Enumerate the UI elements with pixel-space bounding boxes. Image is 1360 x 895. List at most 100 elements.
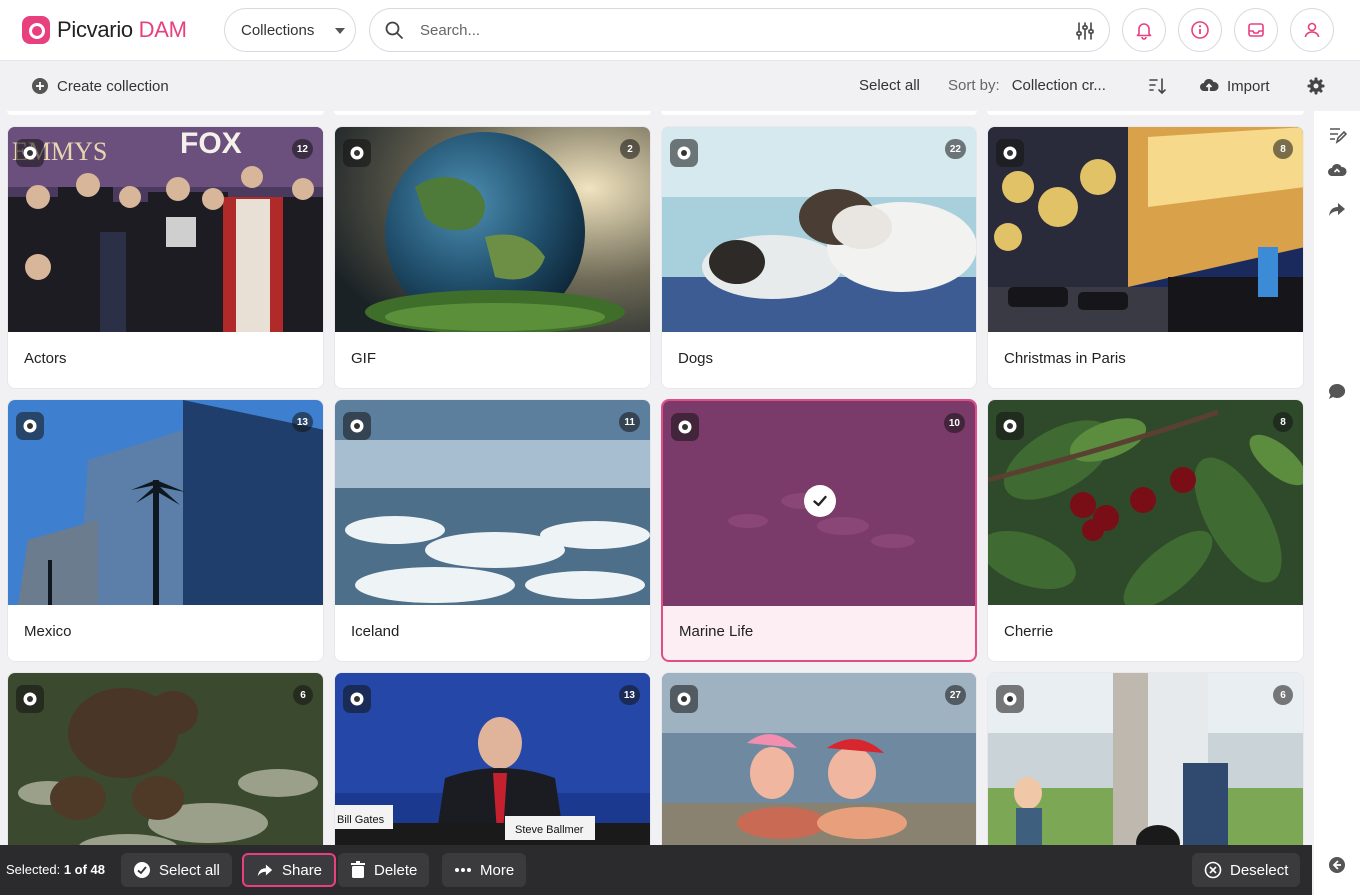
previous-row-edge — [7, 111, 324, 115]
sort-value: Collection cr... — [1011, 77, 1106, 94]
selection-count: Selected: 1 of 48 — [6, 862, 106, 877]
eye-icon — [23, 146, 37, 160]
preview-toggle-button[interactable] — [16, 412, 44, 440]
collection-title: Iceland — [351, 623, 400, 640]
notifications-button[interactable] — [1122, 8, 1166, 52]
select-all-button[interactable]: Select all — [859, 77, 920, 94]
item-count-badge: 2 — [620, 139, 640, 159]
search-bar[interactable] — [369, 8, 1110, 52]
close-circle-icon — [1204, 861, 1222, 879]
collection-card[interactable]: 8 Cherrie — [987, 399, 1304, 662]
search-input[interactable] — [420, 21, 1040, 39]
sort-label: Sort by: — [948, 77, 1000, 94]
collection-title: Cherrie — [1004, 623, 1054, 640]
select-all-label: Select all — [859, 77, 920, 94]
collection-title: Mexico — [24, 623, 72, 640]
collection-thumbnail — [335, 127, 650, 332]
plus-circle-icon — [32, 78, 48, 94]
comment-icon[interactable] — [1327, 382, 1347, 402]
item-count-badge: 27 — [944, 685, 966, 705]
share-arrow-icon[interactable] — [1327, 199, 1347, 219]
caret-down-icon — [335, 28, 345, 34]
collection-card[interactable]: 13 Mexico — [7, 399, 324, 662]
collection-card[interactable]: 8 Christmas in Paris — [987, 126, 1304, 389]
select-all-selection-button[interactable]: Select all — [121, 853, 232, 887]
info-button[interactable] — [1178, 8, 1222, 52]
collections-dropdown-label: Collections — [241, 21, 315, 39]
collection-card[interactable]: 11 Iceland — [334, 399, 651, 662]
inbox-icon — [1248, 23, 1264, 37]
preview-toggle-button[interactable] — [670, 139, 698, 167]
preview-toggle-button[interactable] — [16, 685, 44, 713]
collapse-panel-icon[interactable] — [1327, 855, 1347, 875]
preview-toggle-button[interactable] — [16, 139, 44, 167]
delete-button[interactable]: Delete — [338, 853, 430, 887]
import-button[interactable]: Import — [1199, 77, 1270, 95]
sort-control[interactable]: Sort by: Collection cr... — [948, 77, 1106, 94]
collection-card[interactable]: 2 GIF — [334, 126, 651, 389]
gear-icon — [1307, 77, 1325, 95]
collection-card-selected[interactable]: 10 Marine Life — [661, 399, 977, 662]
preview-toggle-button[interactable] — [343, 412, 371, 440]
selection-action-bar: Selected: 1 of 48 Select all Share Delet… — [0, 845, 1312, 895]
deselect-button[interactable]: Deselect — [1192, 853, 1301, 887]
right-side-rail — [1314, 111, 1360, 895]
preview-toggle-button[interactable] — [343, 685, 371, 713]
share-label: Share — [282, 861, 323, 879]
sort-direction-button[interactable] — [1147, 76, 1167, 96]
inbox-button[interactable] — [1234, 8, 1278, 52]
preview-toggle-button[interactable] — [996, 139, 1024, 167]
share-button[interactable]: Share — [242, 853, 337, 887]
logo-text: Picvario DAM — [57, 17, 187, 42]
info-icon — [1191, 21, 1209, 39]
collection-title: Christmas in Paris — [1004, 350, 1126, 367]
item-count-badge: 12 — [291, 139, 313, 159]
import-label: Import — [1227, 77, 1270, 95]
item-count-badge: 6 — [293, 685, 313, 705]
filter-icon[interactable] — [1075, 21, 1095, 41]
cloud-upload-icon — [1200, 78, 1219, 92]
collections-grid: EMMYS FOX 12 Actors 2 GIF 22 Dogs 8 Chri… — [0, 111, 1312, 895]
profile-button[interactable] — [1290, 8, 1334, 52]
preview-toggle-button[interactable] — [670, 685, 698, 713]
cloud-upload-icon[interactable] — [1327, 161, 1347, 181]
collection-thumbnail: EMMYS FOX — [8, 127, 323, 332]
more-button[interactable]: More — [442, 853, 527, 887]
preview-toggle-button[interactable] — [996, 685, 1024, 713]
bill-gates-placard-text: Bill Gates — [337, 814, 385, 826]
collection-thumbnail — [662, 127, 976, 332]
deselect-label: Deselect — [1230, 861, 1289, 879]
preview-toggle-button[interactable] — [671, 413, 699, 441]
collection-card[interactable]: EMMYS FOX 12 Actors — [7, 126, 324, 389]
eye-icon — [350, 692, 364, 706]
edit-notes-icon[interactable] — [1327, 125, 1347, 145]
create-collection-button[interactable]: Create collection — [31, 77, 169, 95]
collection-title: Dogs — [678, 350, 714, 367]
share-arrow-icon — [257, 864, 273, 877]
settings-button[interactable] — [1306, 76, 1326, 96]
collection-card[interactable]: 22 Dogs — [661, 126, 977, 389]
collection-thumbnail — [335, 400, 650, 605]
eye-icon — [678, 420, 692, 434]
ellipsis-icon — [455, 868, 471, 872]
preview-toggle-button[interactable] — [343, 139, 371, 167]
bell-icon — [1136, 23, 1152, 40]
collection-thumbnail — [8, 400, 323, 605]
eye-icon — [677, 692, 691, 706]
preview-toggle-button[interactable] — [996, 412, 1024, 440]
previous-row-edge — [334, 111, 651, 115]
selected-check-icon[interactable] — [804, 485, 836, 517]
steve-ballmer-placard-text: Steve Ballmer — [515, 824, 584, 836]
eye-icon — [1003, 146, 1017, 160]
collection-title: Marine Life — [679, 623, 754, 640]
eye-icon — [350, 146, 364, 160]
collections-toolbar: Create collection Select all Sort by: Co… — [0, 61, 1360, 111]
item-count-badge: 10 — [943, 413, 965, 433]
item-count-badge: 13 — [291, 412, 313, 432]
eye-icon — [677, 146, 691, 160]
collections-dropdown[interactable]: Collections — [224, 8, 356, 52]
user-icon — [1304, 22, 1320, 38]
logo[interactable]: Picvario DAM — [22, 16, 187, 44]
eye-icon — [23, 419, 37, 433]
item-count-badge: 13 — [618, 685, 640, 705]
